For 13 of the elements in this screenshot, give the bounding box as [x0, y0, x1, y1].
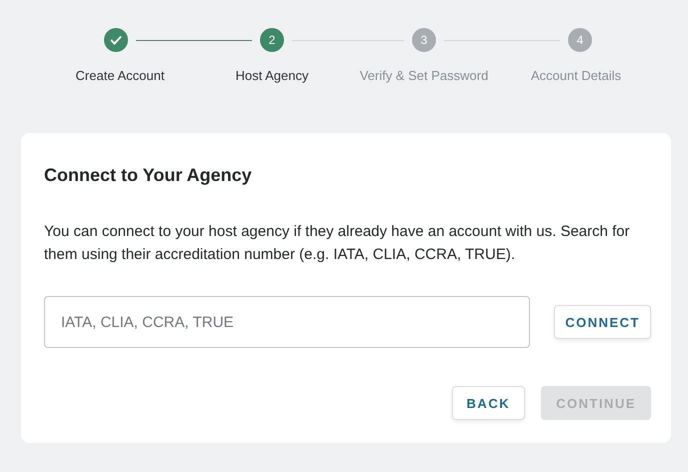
- step-number: 3: [420, 33, 428, 47]
- step-label: Host Agency: [236, 68, 308, 83]
- back-button[interactable]: BACK: [452, 386, 526, 420]
- connect-button[interactable]: CONNECT: [554, 305, 651, 339]
- card-title: Connect to Your Agency: [44, 165, 253, 186]
- step-label: Account Details: [530, 68, 622, 83]
- step-number: 4: [576, 33, 584, 47]
- step-label: Verify & Set Password: [360, 68, 488, 83]
- step-label: Create Account: [76, 68, 164, 83]
- check-icon: [110, 35, 122, 45]
- step-number: 2: [268, 33, 276, 47]
- description-text: You can connect to your host agency if they already have an account with us. Search for them using their accreditation number (e.g. IATA, CLIA, CCRA, TRUE).: [44, 222, 631, 265]
- search-field[interactable]: IATA, CLIA, CCRA, TRUE: [44, 296, 530, 348]
